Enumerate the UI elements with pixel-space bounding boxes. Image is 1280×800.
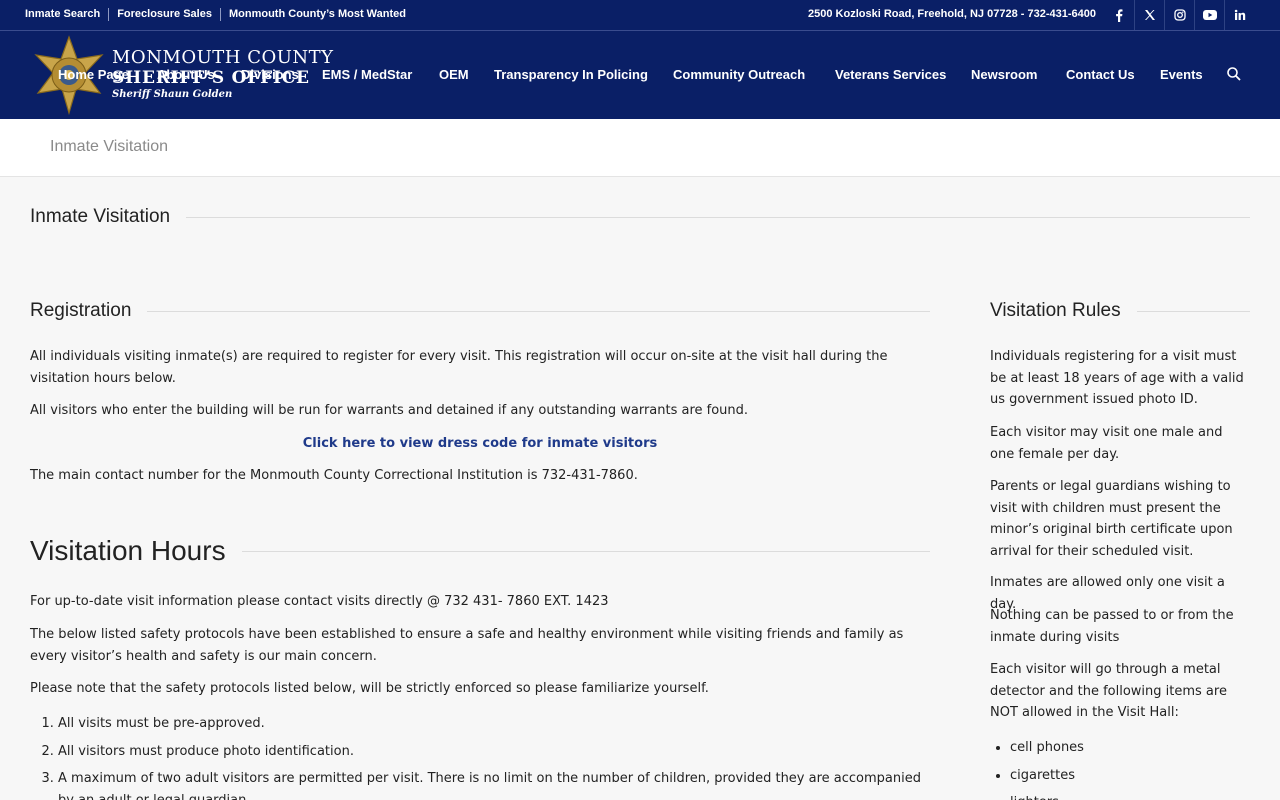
registration-paragraph-2: All visitors who enter the building will… xyxy=(30,403,749,418)
logo-sheriff-name: Sheriff Shaun Golden xyxy=(112,89,233,100)
dress-code-row: Click here to view dress code for inmate… xyxy=(30,433,930,455)
rules-heading: Visitation Rules xyxy=(990,300,1121,321)
section-heading-row: Inmate Visitation xyxy=(30,206,1250,228)
page-title: Inmate Visitation xyxy=(50,138,168,155)
registration-heading: Registration xyxy=(30,300,132,321)
nav-home-page[interactable]: Home Page xyxy=(58,67,129,82)
rules-paragraph-2: Each visitor may visit one male and one … xyxy=(990,425,1223,462)
list-item: lighters xyxy=(1010,792,1084,800)
hours-paragraph-2: The below listed safety protocols have b… xyxy=(30,627,904,664)
logo-county-text: MONMOUTH COUNTY xyxy=(112,47,334,68)
nav-contact-us[interactable]: Contact Us xyxy=(1066,67,1135,82)
rules-heading-row: Visitation Rules xyxy=(990,300,1250,322)
rules-paragraph-6: Each visitor will go through a metal det… xyxy=(990,662,1227,720)
x-twitter-icon[interactable] xyxy=(1134,0,1164,30)
list-item: All visitors must produce photo identifi… xyxy=(58,741,935,763)
foreclosure-sales-link[interactable]: Foreclosure Sales xyxy=(108,8,220,21)
dress-code-link[interactable]: Click here to view dress code for inmate… xyxy=(303,436,657,451)
nav-newsroom[interactable]: Newsroom xyxy=(971,67,1037,82)
nav-events[interactable]: Events xyxy=(1160,67,1203,82)
nav-ems-medstar[interactable]: EMS / MedStar xyxy=(322,67,412,82)
top-bar: Inmate Search Foreclosure Sales Monmouth… xyxy=(0,0,1280,31)
rules-paragraph-5: Nothing can be passed to or from the inm… xyxy=(990,608,1234,645)
search-icon[interactable] xyxy=(1226,66,1244,84)
heading-divider xyxy=(241,550,930,552)
registration-heading-row: Registration xyxy=(30,300,930,322)
linkedin-icon[interactable] xyxy=(1224,0,1254,30)
rules-paragraph-3: Parents or legal guardians wishing to vi… xyxy=(990,479,1233,559)
contact-address: 2500 Kozloski Road, Freehold, NJ 07728 -… xyxy=(808,8,1096,20)
hours-heading: Visitation Hours xyxy=(30,535,226,566)
facebook-icon[interactable] xyxy=(1104,0,1134,30)
hours-paragraph-1: For up-to-date visit information please … xyxy=(30,594,609,609)
nav-transparency[interactable]: Transparency In Policing xyxy=(494,67,648,82)
list-item: All visits must be pre-approved. xyxy=(58,713,935,735)
nav-divisions[interactable]: Divisions xyxy=(241,67,299,82)
most-wanted-link[interactable]: Monmouth County’s Most Wanted xyxy=(219,8,414,21)
list-item: A maximum of two adult visitors are perm… xyxy=(58,768,935,800)
registration-paragraph-3: The main contact number for the Monmouth… xyxy=(30,468,638,483)
nav-community-outreach[interactable]: Community Outreach xyxy=(673,67,805,82)
heading-divider xyxy=(186,216,1250,218)
nav-about-us[interactable]: About Us xyxy=(157,67,215,82)
inmate-search-link[interactable]: Inmate Search xyxy=(25,8,108,21)
page-title-bar: Inmate Visitation xyxy=(0,119,1280,177)
rules-paragraph-1: Individuals registering for a visit must… xyxy=(990,349,1244,407)
nav-veterans-services[interactable]: Veterans Services xyxy=(835,67,946,82)
prohibited-items-list: cell phones cigarettes lighters xyxy=(990,737,1084,800)
heading-divider xyxy=(147,310,930,312)
list-item: cell phones xyxy=(1010,737,1084,759)
main-header: MONMOUTH COUNTY SHERIFF’S OFFICE Sheriff… xyxy=(0,31,1280,119)
hours-heading-row: Visitation Hours xyxy=(30,535,930,567)
instagram-icon[interactable] xyxy=(1164,0,1194,30)
registration-paragraph-1: All individuals visiting inmate(s) are r… xyxy=(30,349,888,386)
youtube-icon[interactable] xyxy=(1194,0,1224,30)
social-links xyxy=(1104,0,1254,30)
hours-paragraph-3: Please note that the safety protocols li… xyxy=(30,681,709,696)
heading-divider xyxy=(1136,310,1250,312)
top-links: Inmate Search Foreclosure Sales Monmouth… xyxy=(25,8,414,21)
section-title: Inmate Visitation xyxy=(30,206,171,227)
nav-oem[interactable]: OEM xyxy=(439,67,469,82)
list-item: cigarettes xyxy=(1010,765,1084,787)
safety-protocols-list: All visits must be pre-approved. All vis… xyxy=(30,713,935,800)
